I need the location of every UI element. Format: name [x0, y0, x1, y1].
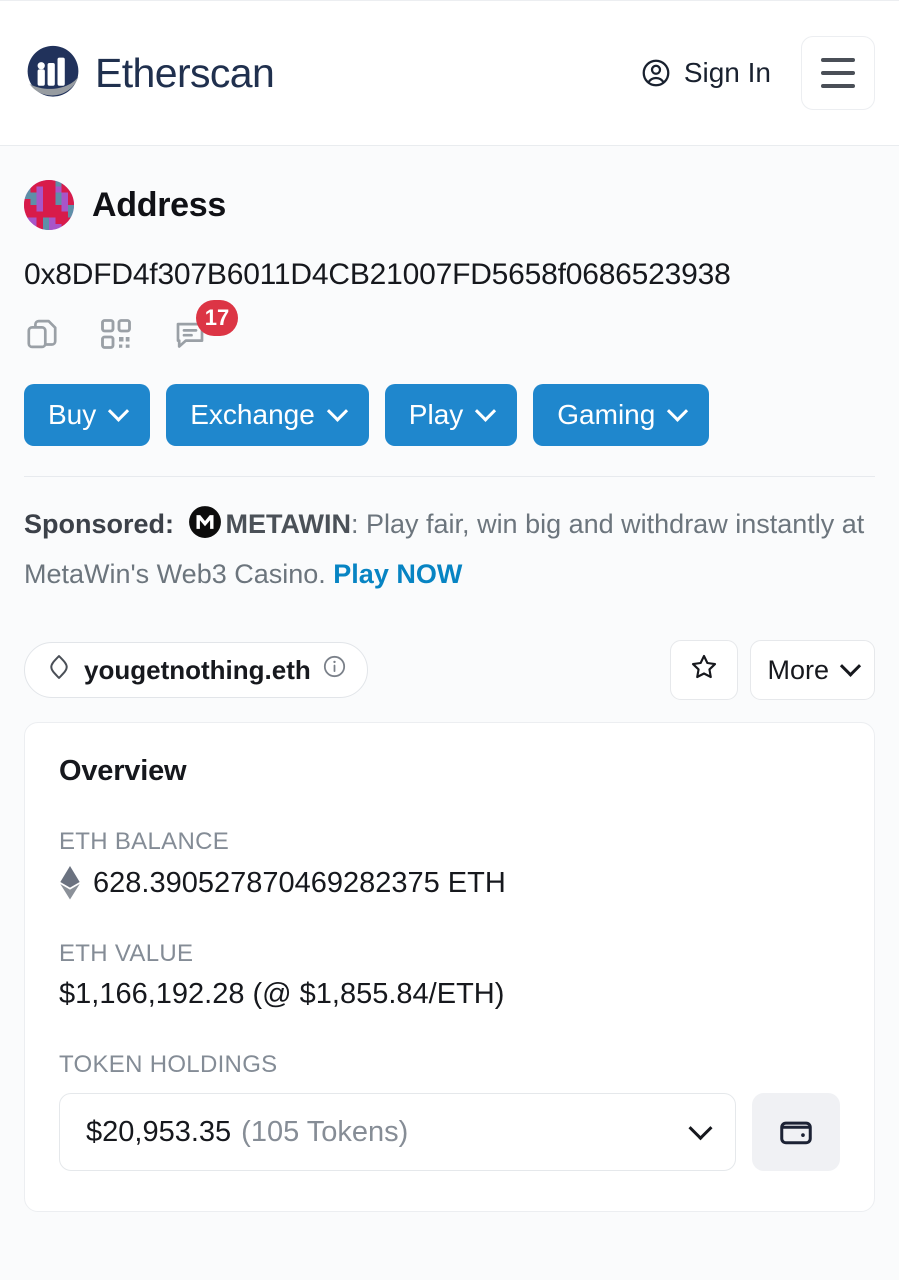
sponsored-cta-link[interactable]: Play NOW: [333, 559, 462, 589]
sponsored-banner: Sponsored: METAWIN: Play fair, win big a…: [24, 503, 875, 596]
brand-link[interactable]: Etherscan: [24, 44, 275, 102]
sponsored-advertiser: METAWIN: [225, 509, 352, 539]
header-actions: Sign In: [640, 36, 875, 110]
eth-balance-label: ETH BALANCE: [59, 828, 230, 856]
sign-in-label: Sign In: [683, 57, 771, 88]
exchange-label: Exchange: [190, 399, 315, 430]
info-circle-icon[interactable]: [322, 654, 347, 686]
eth-balance-value-row: 628.390527870469282375 ETH: [59, 866, 840, 900]
sign-in-button[interactable]: Sign In: [640, 57, 771, 89]
user-circle-icon: [640, 57, 672, 89]
more-button[interactable]: More: [750, 640, 875, 701]
comment-count-badge: 17: [196, 300, 238, 336]
play-label: Play: [408, 399, 464, 430]
ethereum-diamond-icon: [59, 866, 81, 900]
comment-icon[interactable]: 17: [172, 300, 238, 357]
copy-icon[interactable]: [24, 306, 60, 357]
burger-bar: [821, 58, 855, 62]
overview-title: Overview: [59, 755, 187, 788]
buy-button[interactable]: Buy: [24, 384, 151, 446]
page-title: Address: [92, 185, 226, 224]
chevron-down-icon: [475, 400, 497, 422]
address-heading: Address: [24, 146, 875, 230]
wallet-icon: [777, 1112, 815, 1153]
action-button-row: Buy Exchange Play Gaming: [24, 384, 875, 446]
brand-name: Etherscan: [95, 49, 275, 96]
gaming-label: Gaming: [557, 399, 656, 430]
chevron-down-icon: [839, 655, 862, 677]
burger-bar: [821, 84, 855, 88]
chevron-down-icon: [667, 400, 689, 422]
eth-balance-field: ETH BALANCE 628.390527870469282375 ETH: [59, 828, 840, 900]
eth-balance-value: 628.390527870469282375 ETH: [93, 866, 506, 899]
chevron-down-icon: [108, 400, 130, 422]
address-page: Etherscan Sign In Address 0x8DFD4f307B60…: [0, 0, 899, 1280]
gaming-button[interactable]: Gaming: [533, 384, 710, 446]
eth-value-label: ETH VALUE: [59, 940, 194, 968]
qr-code-icon[interactable]: [98, 306, 134, 357]
sponsored-label: Sponsored:: [24, 509, 175, 539]
section-divider: [24, 476, 875, 477]
favorite-button[interactable]: [670, 640, 739, 701]
token-holdings-dropdown[interactable]: $20,953.35 (105 Tokens): [59, 1093, 736, 1172]
exchange-button[interactable]: Exchange: [166, 384, 369, 446]
star-icon: [689, 652, 719, 689]
site-header: Etherscan Sign In: [0, 0, 899, 146]
hamburger-menu-icon[interactable]: [801, 36, 875, 110]
address-hash[interactable]: 0x8DFD4f307B6011D4CB21007FD5658f06865239…: [24, 258, 875, 292]
play-button[interactable]: Play: [384, 384, 518, 446]
ens-row: yougetnothing.eth More: [24, 640, 875, 701]
ens-actions: More: [670, 640, 875, 701]
etherscan-logo-icon: [24, 44, 82, 102]
page-body: Address 0x8DFD4f307B6011D4CB21007FD5658f…: [0, 146, 899, 1213]
metawin-logo-icon: [188, 505, 222, 553]
identicon-avatar: [24, 180, 74, 230]
ens-name-label: yougetnothing.eth: [84, 654, 311, 685]
chevron-down-icon: [326, 400, 348, 422]
buy-label: Buy: [48, 399, 97, 430]
token-holdings-label: TOKEN HOLDINGS: [59, 1051, 278, 1079]
overview-card: Overview ETH BALANCE 628.390527870469282…: [24, 722, 875, 1213]
chevron-down-icon: [688, 1116, 713, 1141]
token-holdings-row: $20,953.35 (105 Tokens): [59, 1093, 840, 1172]
token-holdings-count: (105 Tokens): [241, 1115, 409, 1148]
more-label: More: [767, 654, 829, 685]
token-holdings-field: TOKEN HOLDINGS $20,953.35 (105 Tokens): [59, 1051, 840, 1172]
address-icon-row: 17: [24, 300, 875, 362]
token-holdings-amount: $20,953.35: [86, 1115, 232, 1148]
eth-value-field: ETH VALUE $1,166,192.28 (@ $1,855.84/ETH…: [59, 940, 840, 1011]
wallet-button[interactable]: [752, 1093, 840, 1172]
burger-bar: [821, 71, 855, 75]
ens-diamond-icon: [45, 653, 73, 688]
ens-name-pill[interactable]: yougetnothing.eth: [24, 642, 368, 699]
eth-value-value: $1,166,192.28 (@ $1,855.84/ETH): [59, 978, 505, 1011]
